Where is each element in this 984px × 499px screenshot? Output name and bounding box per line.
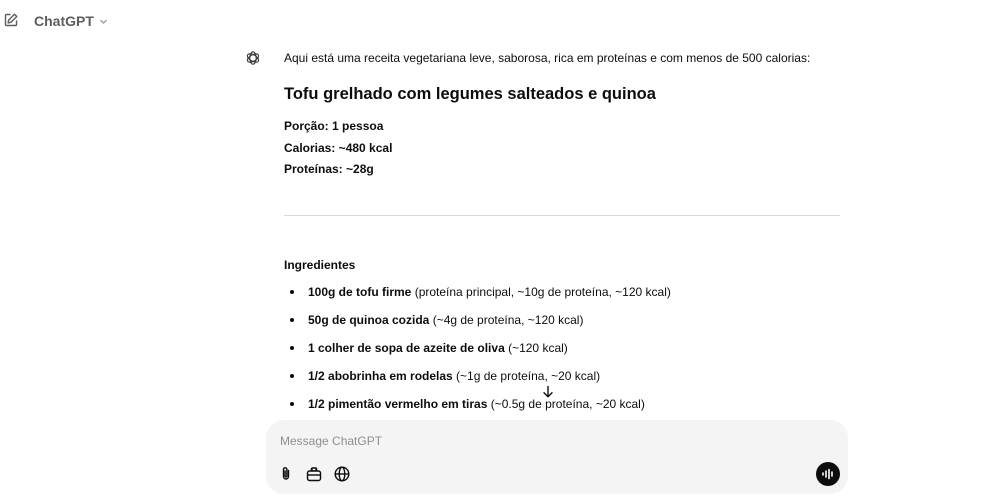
attach-button[interactable] [277, 465, 295, 483]
new-chat-button[interactable] [3, 12, 19, 28]
ingredient-text: 100g de tofu firme (proteína principal, … [308, 284, 671, 300]
top-bar: ChatGPT [0, 0, 984, 44]
globe-icon [334, 466, 350, 482]
ingredient-text: 1/2 pimentão vermelho em tiras (~0.5g de… [308, 396, 645, 412]
recipe-title: Tofu grelhado com legumes salteados e qu… [284, 85, 656, 103]
ingredient-name: 1 colher de sopa de azeite de oliva [308, 341, 505, 355]
message-input[interactable] [280, 432, 800, 450]
scroll-to-bottom-button[interactable] [538, 382, 558, 402]
arrow-down-icon [543, 385, 553, 398]
ingredient-detail: (~120 kcal) [504, 341, 568, 355]
bullet [290, 346, 294, 350]
chevron-down-icon [100, 19, 107, 24]
ingredient-text: 1 colher de sopa de azeite de oliva (~12… [308, 340, 568, 356]
openai-logo-icon [246, 51, 260, 65]
ingredient-detail: (proteína principal, ~10g de proteína, ~… [411, 285, 671, 299]
toolbox-icon [306, 467, 322, 482]
paperclip-icon [282, 467, 290, 480]
tools-button[interactable] [305, 465, 323, 483]
message-composer [266, 420, 848, 494]
recipe-portion: Porção: 1 pessoa [284, 119, 384, 133]
recipe-protein: Proteínas: ~28g [284, 162, 374, 176]
web-search-button[interactable] [333, 465, 351, 483]
voice-waveform-icon [822, 468, 833, 480]
ingredient-detail: (~0.5g de proteína, ~20 kcal) [487, 397, 645, 411]
ingredients-heading: Ingredientes [284, 258, 356, 272]
bullet [290, 318, 294, 322]
ingredient-text: 50g de quinoa cozida (~4g de proteína, ~… [308, 312, 583, 328]
ingredient-detail: (~1g de proteína, ~20 kcal) [452, 369, 601, 383]
edit-icon [4, 13, 18, 27]
assistant-avatar [243, 48, 263, 68]
ingredient-name: 100g de tofu firme [308, 285, 412, 299]
model-selector[interactable]: ChatGPT [34, 13, 108, 29]
bullet [290, 402, 294, 406]
bullet [290, 290, 294, 294]
model-name: ChatGPT [34, 13, 94, 29]
ingredient-name: 1/2 abobrinha em rodelas [308, 369, 453, 383]
bullet [290, 374, 294, 378]
message-intro: Aqui está uma receita vegetariana leve, … [284, 51, 811, 65]
ingredient-name: 50g de quinoa cozida [308, 313, 430, 327]
recipe-calories: Calorias: ~480 kcal [284, 141, 393, 155]
divider [284, 215, 840, 216]
voice-mode-button[interactable] [816, 462, 840, 486]
ingredient-detail: (~4g de proteína, ~120 kcal) [429, 313, 584, 327]
ingredient-name: 1/2 pimentão vermelho em tiras [308, 397, 488, 411]
